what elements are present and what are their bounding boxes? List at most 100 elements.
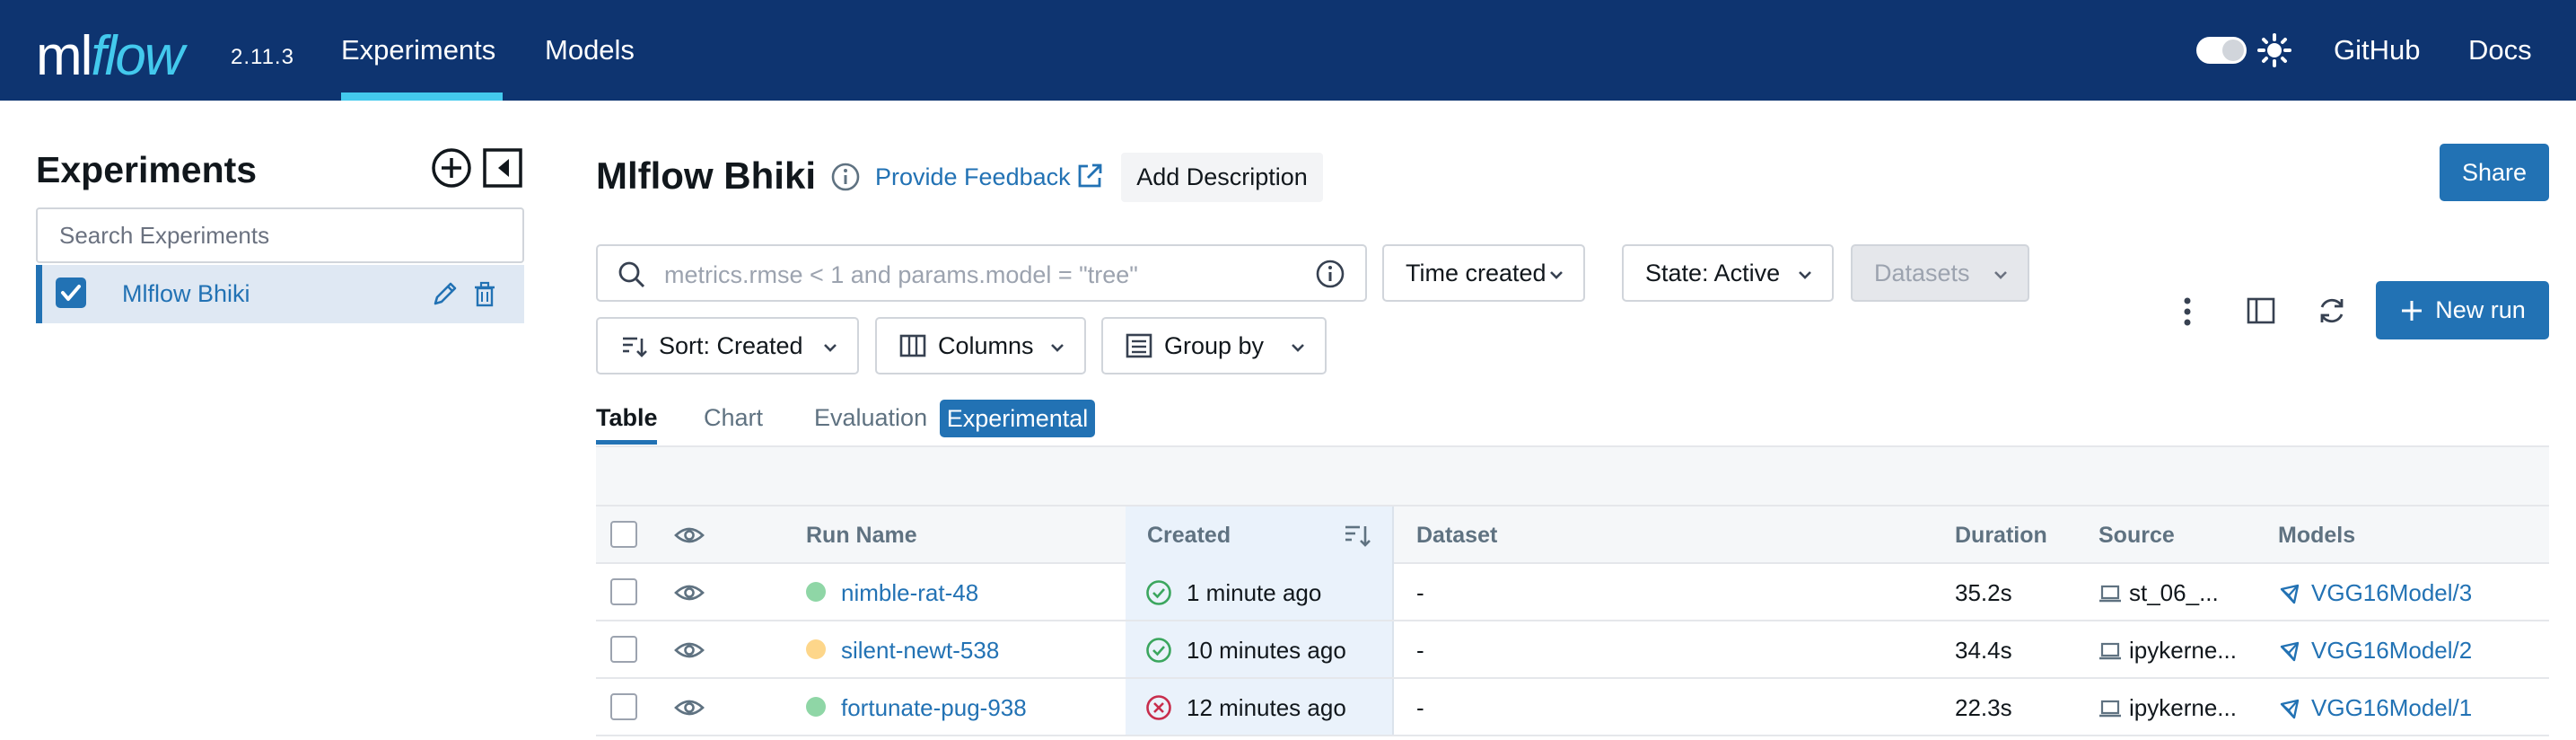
sort-descending-icon[interactable] [1343,521,1371,550]
search-info-icon[interactable] [1315,259,1345,289]
column-header-models[interactable]: Models [2278,523,2355,549]
eye-icon[interactable] [674,524,705,546]
time-created-label: Time created [1406,259,1546,286]
pencil-icon[interactable] [431,279,460,308]
source-cell[interactable]: ipykerne... [2129,694,2237,722]
external-link-icon[interactable] [1075,162,1104,190]
row-checkbox[interactable] [610,693,637,720]
search-experiments-input[interactable]: Search Experiments [36,207,524,263]
search-icon [618,261,645,288]
row-checkbox[interactable] [610,578,637,605]
model-icon [2280,584,2300,604]
add-circle-icon[interactable] [431,147,472,189]
sidebar-item-experiment[interactable]: Mlflow Bhiki [36,265,524,323]
model-link[interactable]: VGG16Model/2 [2311,637,2472,665]
source-cell[interactable]: st_06_... [2129,579,2219,607]
columns-dropdown[interactable]: Columns [875,317,1086,374]
model-link[interactable]: VGG16Model/1 [2311,694,2472,722]
model-link[interactable]: VGG16Model/3 [2311,579,2472,607]
dataset-cell: - [1416,579,1424,606]
tab-evaluation[interactable]: Evaluation [814,404,927,432]
share-button[interactable]: Share [2440,144,2549,201]
created-cell: 1 minute ago [1187,579,1322,606]
page-title: Mlflow Bhiki [596,154,816,197]
group-by-dropdown[interactable]: Group by [1101,317,1327,374]
table-toolbar-strip [596,447,2549,507]
mlflow-logo[interactable]: ml flow [36,9,185,87]
sun-icon[interactable] [2257,33,2291,67]
eye-icon[interactable] [674,639,705,661]
nav-experiments[interactable]: Experiments [341,34,495,66]
top-navbar: ml flow 2.11.3 Experiments Models GitHub… [0,0,2576,101]
failed-x-icon [1146,695,1171,720]
experimental-badge: Experimental [940,400,1095,437]
column-header-run-name[interactable]: Run Name [806,523,917,549]
docs-link[interactable]: Docs [2468,34,2532,66]
source-cell[interactable]: ipykerne... [2129,637,2237,665]
chevron-down-icon [1292,344,1304,352]
kebab-menu-icon[interactable] [2178,294,2196,330]
model-icon [2280,699,2300,719]
column-header-source[interactable]: Source [2098,523,2175,549]
checkbox-checked-icon[interactable] [56,278,86,308]
sort-label: Sort: Created [659,331,803,359]
run-search-placeholder: metrics.rmse < 1 and params.model = "tre… [664,261,1138,288]
run-color-dot[interactable] [806,582,826,602]
columns-label: Columns [938,331,1034,359]
column-header-dataset[interactable]: Dataset [1416,523,1497,549]
row-checkbox[interactable] [610,636,637,663]
success-check-icon [1146,638,1171,663]
duration-cell: 22.3s [1955,694,2012,721]
tab-chart[interactable]: Chart [704,404,763,432]
nav-models[interactable]: Models [545,34,635,66]
new-run-button[interactable]: New run [2376,281,2549,339]
dataset-cell: - [1416,637,1424,664]
side-panel-icon[interactable] [2246,295,2276,326]
laptop-icon [2099,700,2121,718]
experiment-name[interactable]: Mlflow Bhiki [122,280,250,308]
run-name-link[interactable]: fortunate-pug-938 [841,694,1027,722]
eye-icon[interactable] [674,582,705,603]
run-search-input[interactable]: metrics.rmse < 1 and params.model = "tre… [596,244,1367,302]
nav-active-indicator [341,92,503,101]
refresh-icon[interactable] [2316,295,2348,327]
plus-icon [2402,300,2423,321]
created-cell: 12 minutes ago [1187,694,1346,721]
info-icon[interactable] [830,162,861,192]
model-icon [2280,641,2300,662]
chevron-down-icon [824,344,837,352]
datasets-dropdown[interactable]: Datasets [1851,244,2029,302]
sidebar-title: Experiments [36,149,258,190]
run-color-dot[interactable] [806,639,826,659]
tab-table[interactable]: Table [596,404,658,432]
run-name-link[interactable]: silent-newt-538 [841,637,999,665]
version-label: 2.11.3 [231,45,294,69]
github-link[interactable]: GitHub [2334,34,2420,66]
active-tab-indicator [596,440,657,445]
state-label: State: Active [1645,259,1781,286]
run-name-link[interactable]: nimble-rat-48 [841,579,978,607]
add-description-button[interactable]: Add Description [1121,153,1323,202]
trash-icon[interactable] [472,281,497,308]
time-created-dropdown[interactable]: Time created [1382,244,1585,302]
sort-dropdown[interactable]: Sort: Created [596,317,859,374]
datasets-label: Datasets [1874,259,1970,286]
chevron-down-icon [1051,344,1064,352]
provide-feedback-link[interactable]: Provide Feedback [875,163,1071,191]
dark-mode-toggle[interactable] [2196,37,2247,64]
chevron-down-icon [1994,271,2007,279]
logo-ml-text: ml [36,25,92,87]
column-header-duration[interactable]: Duration [1955,523,2047,549]
dataset-cell: - [1416,694,1424,721]
select-all-checkbox[interactable] [610,521,637,548]
sort-icon [623,337,647,357]
eye-icon[interactable] [674,697,705,718]
laptop-icon [2099,642,2121,660]
run-color-dot[interactable] [806,697,826,717]
logo-flow-text: flow [91,25,184,87]
collapse-sidebar-icon[interactable] [482,147,523,189]
created-cell: 10 minutes ago [1187,637,1346,664]
column-header-created[interactable]: Created [1147,523,1231,549]
state-dropdown[interactable]: State: Active [1622,244,1834,302]
columns-icon [899,334,926,357]
